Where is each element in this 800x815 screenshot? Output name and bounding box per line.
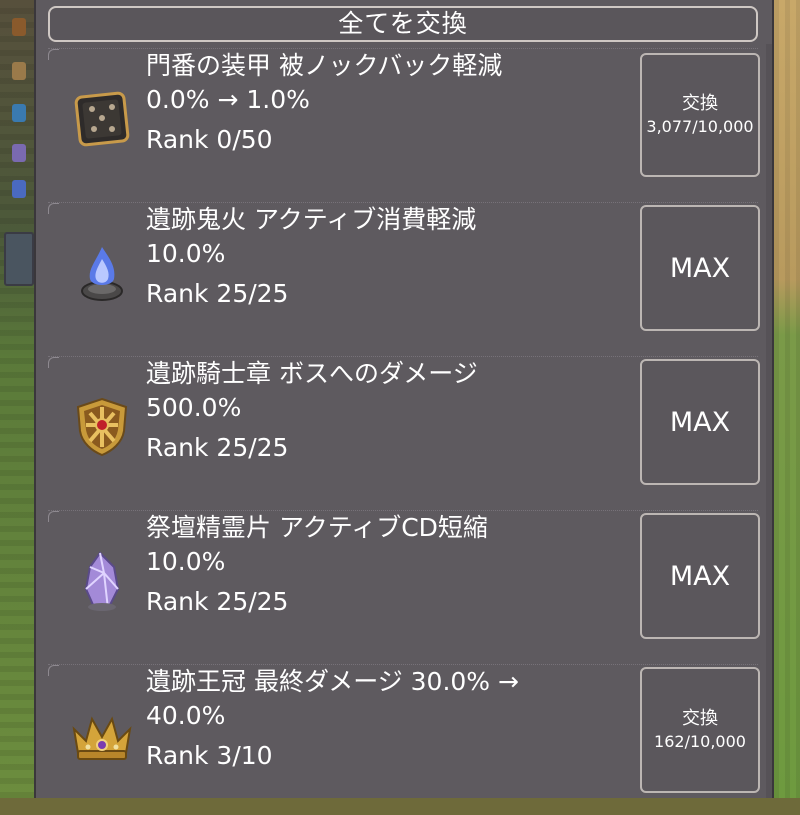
item-value: 40.0% xyxy=(146,701,226,730)
exchange-button[interactable]: 交換 3,077/10,000 xyxy=(640,53,760,177)
exchange-label: 交換 xyxy=(682,708,718,729)
knight-shield-icon xyxy=(76,397,128,457)
side-item-icon xyxy=(12,62,26,80)
max-label: MAX xyxy=(669,406,731,438)
list-item: 門番の装甲 被ノックバック軽減 0.0% → 1.0% Rank 0/50 交換… xyxy=(48,48,760,199)
side-item-icon xyxy=(12,144,26,162)
item-rank: Rank 25/25 xyxy=(146,433,289,462)
item-info: 遺跡王冠 最終ダメージ 30.0% → 40.0% Rank 3/10 xyxy=(146,665,616,773)
item-rank: Rank 3/10 xyxy=(146,741,273,770)
exchange-panel: 全てを交換 門番の装甲 被ノックバック軽減 0.0% → 1.0% Rank 0… xyxy=(34,0,774,798)
side-item-icon xyxy=(12,18,26,36)
item-rank: Rank 25/25 xyxy=(146,279,289,308)
gold-crown-icon xyxy=(72,716,132,760)
item-name: 遺跡王冠 最終ダメージ 30.0% → xyxy=(146,667,519,696)
item-rank: Rank 0/50 xyxy=(146,125,273,154)
max-button[interactable]: MAX xyxy=(640,513,760,639)
item-value: 10.0% xyxy=(146,239,226,268)
exchange-button[interactable]: 交換 162/10,000 xyxy=(640,667,760,793)
list-item: 遺跡騎士章 ボスへのダメージ 500.0% Rank 25/25 MAX xyxy=(48,356,760,507)
side-slot xyxy=(4,232,34,286)
exchange-label: 交換 xyxy=(682,93,718,114)
item-value: 0.0% → 1.0% xyxy=(146,85,310,114)
item-name: 祭壇精霊片 アクティブCD短縮 xyxy=(146,513,488,542)
item-name: 遺跡鬼火 アクティブ消費軽減 xyxy=(146,205,477,234)
max-label: MAX xyxy=(669,560,731,592)
scroll-edge xyxy=(766,44,772,798)
side-item-icon xyxy=(12,104,26,122)
item-value: 500.0% xyxy=(146,393,242,422)
side-item-icon xyxy=(12,180,26,198)
item-info: 遺跡鬼火 アクティブ消費軽減 10.0% Rank 25/25 xyxy=(146,203,616,311)
list-item: 祭壇精霊片 アクティブCD短縮 10.0% Rank 25/25 MAX xyxy=(48,510,760,661)
blue-flame-icon xyxy=(81,247,123,301)
item-info: 門番の装甲 被ノックバック軽減 0.0% → 1.0% Rank 0/50 xyxy=(146,49,616,157)
max-button[interactable]: MAX xyxy=(640,205,760,331)
background-map-right xyxy=(774,0,800,798)
item-name: 遺跡騎士章 ボスへのダメージ xyxy=(146,359,478,388)
exchange-cost: 162/10,000 xyxy=(654,732,746,751)
list-item: 遺跡王冠 最終ダメージ 30.0% → 40.0% Rank 3/10 交換 1… xyxy=(48,664,760,815)
list-item: 遺跡鬼火 アクティブ消費軽減 10.0% Rank 25/25 MAX xyxy=(48,202,760,353)
exchange-all-button[interactable]: 全てを交換 xyxy=(48,6,758,42)
item-name: 門番の装甲 被ノックバック軽減 xyxy=(146,51,503,80)
max-button[interactable]: MAX xyxy=(640,359,760,485)
purple-crystal-icon xyxy=(84,551,120,611)
max-label: MAX xyxy=(669,252,731,284)
item-info: 遺跡騎士章 ボスへのダメージ 500.0% Rank 25/25 xyxy=(146,357,616,465)
item-rank: Rank 25/25 xyxy=(146,587,289,616)
background-map-left xyxy=(0,0,34,798)
armor-plate-icon xyxy=(74,91,130,147)
exchange-cost: 3,077/10,000 xyxy=(646,117,754,136)
item-value: 10.0% xyxy=(146,547,226,576)
item-info: 祭壇精霊片 アクティブCD短縮 10.0% Rank 25/25 xyxy=(146,511,616,619)
